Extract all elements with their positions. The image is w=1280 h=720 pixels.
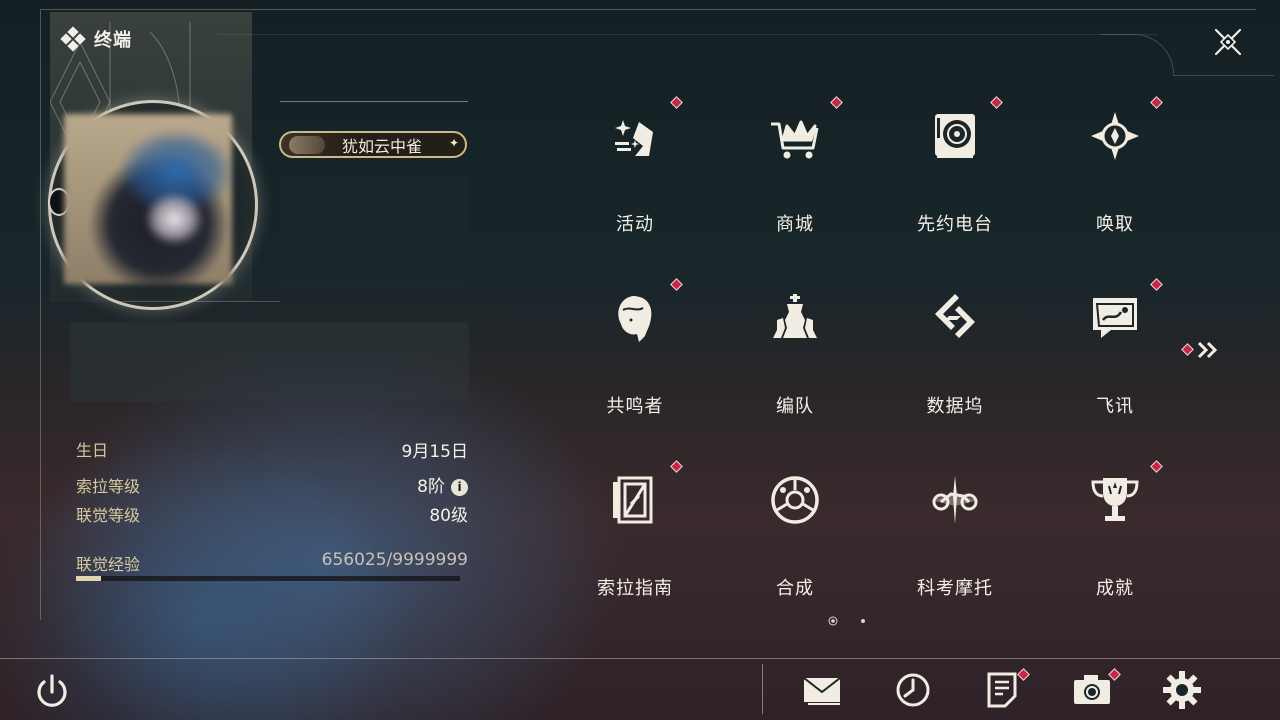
left-frame-line [40, 10, 41, 620]
terminal-diamond-icon [60, 26, 86, 52]
menu-label-resonators: 共鸣者 [606, 396, 664, 417]
settings-button[interactable] [1160, 668, 1204, 712]
frame-curve [1100, 34, 1174, 76]
union-exp-bar-fill [76, 576, 101, 581]
menu-item-synthesis[interactable]: 合成 [744, 474, 866, 624]
birthday-label: 生日 [76, 441, 109, 460]
menu-item-messages[interactable]: 飞讯 [1064, 278, 1186, 442]
menu-item-resonators[interactable]: 共鸣者 [584, 278, 706, 442]
page-dot[interactable] [861, 619, 865, 623]
camera-button[interactable] [1070, 668, 1121, 712]
menu-item-motorcycle[interactable]: 科考摩托 [904, 474, 1026, 624]
avatar-divider [120, 301, 280, 302]
menu-label-activity: 活动 [616, 214, 654, 235]
terminal-header: 终端 [60, 26, 132, 52]
next-page-button[interactable] [1181, 340, 1223, 360]
mail-button[interactable] [800, 668, 844, 712]
page-indicator [826, 612, 876, 626]
power-button[interactable] [30, 670, 74, 714]
menu-label-convene: 唤取 [1096, 214, 1134, 235]
notification-badge [670, 96, 683, 109]
bottom-bar-separator [762, 664, 763, 714]
settings-gear-icon [1163, 671, 1201, 709]
info-icon[interactable]: i [451, 479, 468, 496]
close-button[interactable] [1208, 22, 1248, 62]
convene-compass-icon [1091, 112, 1139, 160]
notification-badge [670, 278, 683, 291]
menu-label-motorcycle: 科考摩托 [917, 578, 993, 599]
notification-badge [1150, 96, 1163, 109]
player-name: 犹如云中雀 [341, 136, 422, 156]
shop-crown-cart-icon [771, 120, 819, 159]
sola-level-label: 索拉等级 [76, 477, 141, 496]
guidebook-icon [613, 476, 653, 524]
team-chess-icon [773, 294, 817, 338]
name-badge-emblem-icon [289, 136, 325, 154]
bottom-bar-divider [0, 658, 1280, 659]
clock-icon [896, 673, 930, 707]
notification-badge [830, 96, 843, 109]
double-chevron-right-icon [1197, 341, 1218, 359]
signature-panel[interactable] [70, 322, 469, 402]
menu-label-data-bank: 数据坞 [926, 396, 984, 417]
data-bank-icon [935, 294, 975, 338]
close-icon [1214, 28, 1242, 56]
sola-level-value: 8阶 [417, 477, 445, 497]
message-bubble-icon [1093, 298, 1137, 338]
activity-icon [615, 120, 653, 156]
menu-item-team[interactable]: 编队 [744, 292, 866, 442]
profile-info-panel [280, 176, 470, 288]
notification-badge [1150, 460, 1163, 473]
notification-badge [670, 460, 683, 473]
menu-label-achievements: 成就 [1096, 578, 1134, 599]
menu-label-team: 编队 [776, 396, 814, 417]
menu-item-activity[interactable]: 活动 [584, 96, 706, 260]
menu-item-shop[interactable]: 商城 [744, 96, 866, 260]
avatar[interactable] [64, 114, 232, 284]
resonator-portrait-icon [618, 296, 652, 342]
radio-record-icon [935, 114, 975, 158]
menu-label-messages: 飞讯 [1096, 396, 1134, 417]
menu-label-synthesis: 合成 [776, 578, 814, 599]
menu-item-achievements[interactable]: 成就 [1064, 460, 1186, 624]
menu-label-shop: 商城 [776, 214, 814, 235]
union-exp-value: 656025/9999999 [321, 550, 468, 570]
player-name-badge[interactable]: 犹如云中雀 ✦ [279, 131, 467, 158]
name-divider [280, 101, 468, 102]
menu-item-radio[interactable]: 先约电台 [904, 96, 1026, 260]
notification-badge [990, 96, 1003, 109]
power-icon [37, 674, 67, 707]
menu-label-guidebook: 索拉指南 [597, 578, 673, 599]
birthday-value: 9月15日 [401, 442, 468, 462]
notification-badge [1150, 278, 1163, 291]
sola-level-row: 8阶 i [300, 472, 468, 497]
top-frame-line [40, 9, 1256, 10]
mail-icon [803, 677, 841, 705]
menu-label-radio: 先约电台 [917, 214, 993, 235]
motorcycle-icon [931, 476, 979, 524]
sparkle-icon: ✦ [448, 136, 459, 150]
notes-button[interactable] [981, 668, 1030, 712]
synthesis-icon [771, 476, 819, 524]
union-level-value: 80级 [429, 506, 468, 526]
header-divider [218, 34, 1158, 35]
union-exp-bar-track [76, 576, 460, 581]
union-exp-label: 联觉经验 [76, 555, 141, 574]
clock-button[interactable] [891, 668, 935, 712]
menu-item-convene[interactable]: 唤取 [1064, 96, 1186, 260]
union-level-label: 联觉等级 [76, 506, 141, 525]
frame-curve-line [1174, 75, 1274, 76]
page-title: 终端 [94, 30, 132, 51]
trophy-icon [1091, 478, 1139, 521]
menu-item-data-bank[interactable]: 数据坞 [904, 292, 1026, 442]
menu-item-guidebook[interactable]: 索拉指南 [584, 460, 706, 624]
